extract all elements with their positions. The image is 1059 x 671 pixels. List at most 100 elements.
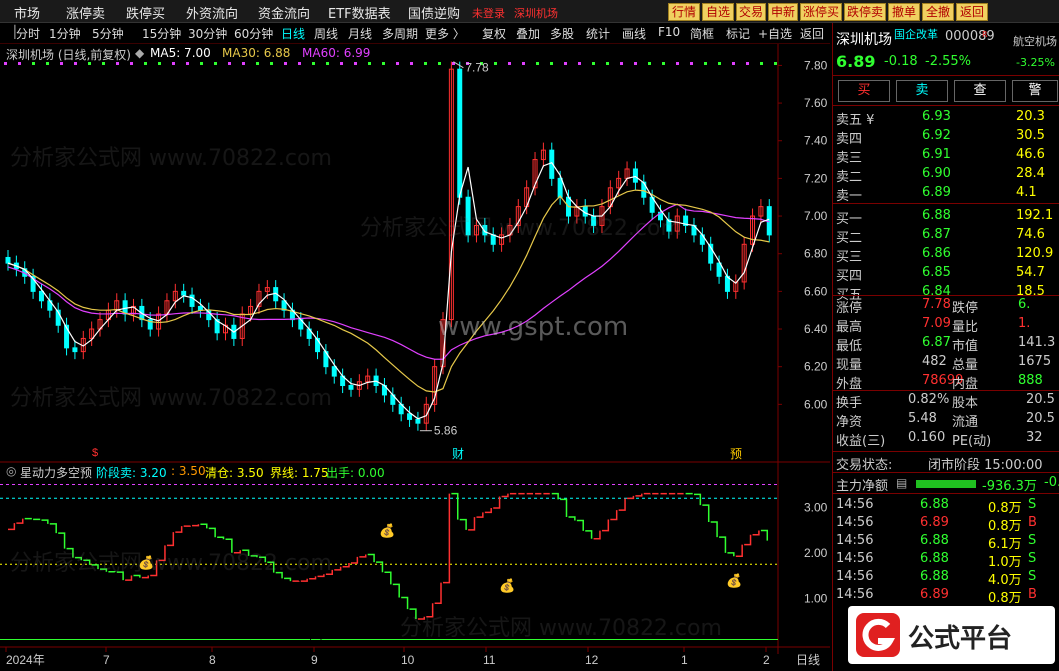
indicator-value: : 3.50: [171, 464, 206, 478]
period-weekly[interactable]: 周线: [314, 25, 338, 42]
price-axis-label: 7.40: [804, 134, 828, 148]
top-marker-dot: [382, 62, 385, 65]
orderbook-price[interactable]: 6.91: [922, 147, 951, 162]
ipo-button[interactable]: 申新: [768, 3, 798, 21]
top-marker-dot: [564, 62, 567, 65]
price-axis-label: 7.60: [804, 96, 828, 110]
top-marker-dot: [410, 62, 413, 65]
orderbook-price[interactable]: 6.85: [922, 265, 951, 280]
back-button[interactable]: 返回: [956, 3, 988, 21]
menu-item-limit-down-buy[interactable]: 跌停买: [126, 3, 165, 22]
tool-overlay[interactable]: 叠加: [516, 25, 540, 42]
orderbook-price[interactable]: 6.86: [922, 246, 951, 261]
stat-label: 收益(三): [836, 434, 886, 449]
top-marker-dot: [354, 62, 357, 65]
menu-item-market[interactable]: 市场: [14, 3, 40, 22]
logo-badge: 公式平台: [848, 606, 1055, 664]
top-marker-dot: [18, 62, 21, 65]
watermark-faint-2: 分析家公式网 www.70822.com: [360, 216, 682, 241]
tool-add-watch[interactable]: +自选: [758, 25, 792, 42]
cancel-order-button[interactable]: 撤单: [888, 3, 920, 21]
tool-multi-stock[interactable]: 多股: [550, 25, 574, 42]
limit-up-buy-button[interactable]: 涨停买: [800, 3, 842, 21]
stock-tag[interactable]: 国企改革: [894, 26, 938, 42]
watchlist-button[interactable]: 自选: [702, 3, 734, 21]
tool-mark[interactable]: 标记: [726, 25, 750, 42]
orderbook-price[interactable]: 6.89: [922, 185, 951, 200]
toolbar-arrow-icon[interactable]: ▕: [6, 25, 15, 39]
stat-value: 888: [1018, 373, 1043, 388]
sell-button[interactable]: 卖: [896, 80, 948, 102]
cancel-all-button[interactable]: 全撤: [922, 3, 954, 21]
trade-button[interactable]: 交易: [736, 3, 766, 21]
menu-item-foreign-flow[interactable]: 外资流向: [186, 3, 238, 22]
candle-body: [181, 290, 187, 296]
stat-value: 5.48: [908, 411, 937, 426]
top-marker-dot: [438, 62, 441, 65]
top-marker-dot: [704, 62, 707, 65]
indicator-step: [710, 521, 718, 538]
indicator-step: [459, 518, 467, 530]
menu-item-repo[interactable]: 国债逆购: [408, 3, 460, 22]
indicator-step: [284, 577, 292, 582]
current-stock-tab[interactable]: 深圳机场: [514, 5, 558, 21]
tick-price: 6.88: [920, 497, 949, 512]
orderbook-price[interactable]: 6.87: [922, 227, 951, 242]
tool-stats[interactable]: 统计: [586, 25, 610, 42]
stat-value: 1675: [1018, 354, 1052, 369]
stat-value: 6.: [1018, 297, 1031, 312]
tool-f10[interactable]: F10: [658, 25, 680, 39]
indicator-clear: 清仓: 3.50: [205, 466, 264, 480]
buy-button[interactable]: 买: [838, 80, 890, 102]
date-axis-label: 12: [585, 653, 599, 667]
stat-label: 净资: [836, 415, 863, 430]
limit-down-sell-button[interactable]: 跌停卖: [844, 3, 886, 21]
query-button[interactable]: 查: [954, 80, 1006, 102]
candle-body: [331, 366, 337, 377]
stat-value: 482: [922, 354, 947, 369]
stat-label: 现量: [836, 358, 863, 373]
period-15min[interactable]: 15分钟: [142, 25, 181, 42]
period-1min[interactable]: 1分钟: [49, 25, 81, 42]
main-flow-label: 主力净额: [836, 479, 889, 494]
stock-sector[interactable]: 航空机场: [1013, 33, 1057, 49]
period-30min[interactable]: 30分钟: [188, 25, 227, 42]
date-axis-label: 8: [209, 653, 216, 667]
period-60min[interactable]: 60分钟: [234, 25, 273, 42]
orderbook-price[interactable]: 6.93: [922, 109, 951, 124]
tick-price: 6.88: [920, 569, 949, 584]
period-multi[interactable]: 多周期: [382, 25, 418, 42]
tool-simple[interactable]: 简框: [690, 25, 714, 42]
flow-table-icon[interactable]: ▤: [896, 476, 907, 490]
stat-value: 0.160: [908, 430, 946, 445]
orderbook-price[interactable]: 6.88: [922, 208, 951, 223]
stat-label: 最低: [836, 339, 863, 354]
quote-button[interactable]: 行情: [668, 3, 700, 21]
orderbook-price[interactable]: 6.92: [922, 128, 951, 143]
price-axis-label: 6.20: [804, 360, 828, 374]
indicator-step: [376, 561, 384, 573]
indicator-toggle-icon[interactable]: ◎: [6, 464, 16, 478]
login-status[interactable]: 未登录: [472, 5, 505, 21]
tool-back[interactable]: 返回: [800, 25, 824, 42]
top-marker-dot: [592, 62, 595, 65]
period-more[interactable]: 更多 〉: [425, 25, 465, 42]
indicator-step: [24, 517, 32, 520]
orderbook-price[interactable]: 6.90: [922, 166, 951, 181]
period-5min[interactable]: 5分钟: [92, 25, 124, 42]
period-daily[interactable]: 日线: [281, 25, 305, 42]
period-intraday[interactable]: 分时: [16, 25, 40, 42]
menu-item-capital-flow[interactable]: 资金流向: [258, 3, 310, 22]
date-axis-label: 7: [103, 653, 110, 667]
tool-adjust[interactable]: 复权: [482, 25, 506, 42]
top-marker-dot: [256, 62, 259, 65]
menu-item-limit-up-sell[interactable]: 涨停卖: [66, 3, 105, 22]
top-marker-dot: [172, 62, 175, 65]
menu-item-etf-table[interactable]: ETF数据表: [328, 3, 391, 22]
period-monthly[interactable]: 月线: [348, 25, 372, 42]
tool-draw[interactable]: 画线: [622, 25, 646, 42]
alert-button[interactable]: 警: [1012, 80, 1058, 102]
stock-price: 6.89: [836, 52, 876, 71]
indicator-step: [166, 532, 175, 547]
low-label: 5.86: [434, 424, 458, 438]
